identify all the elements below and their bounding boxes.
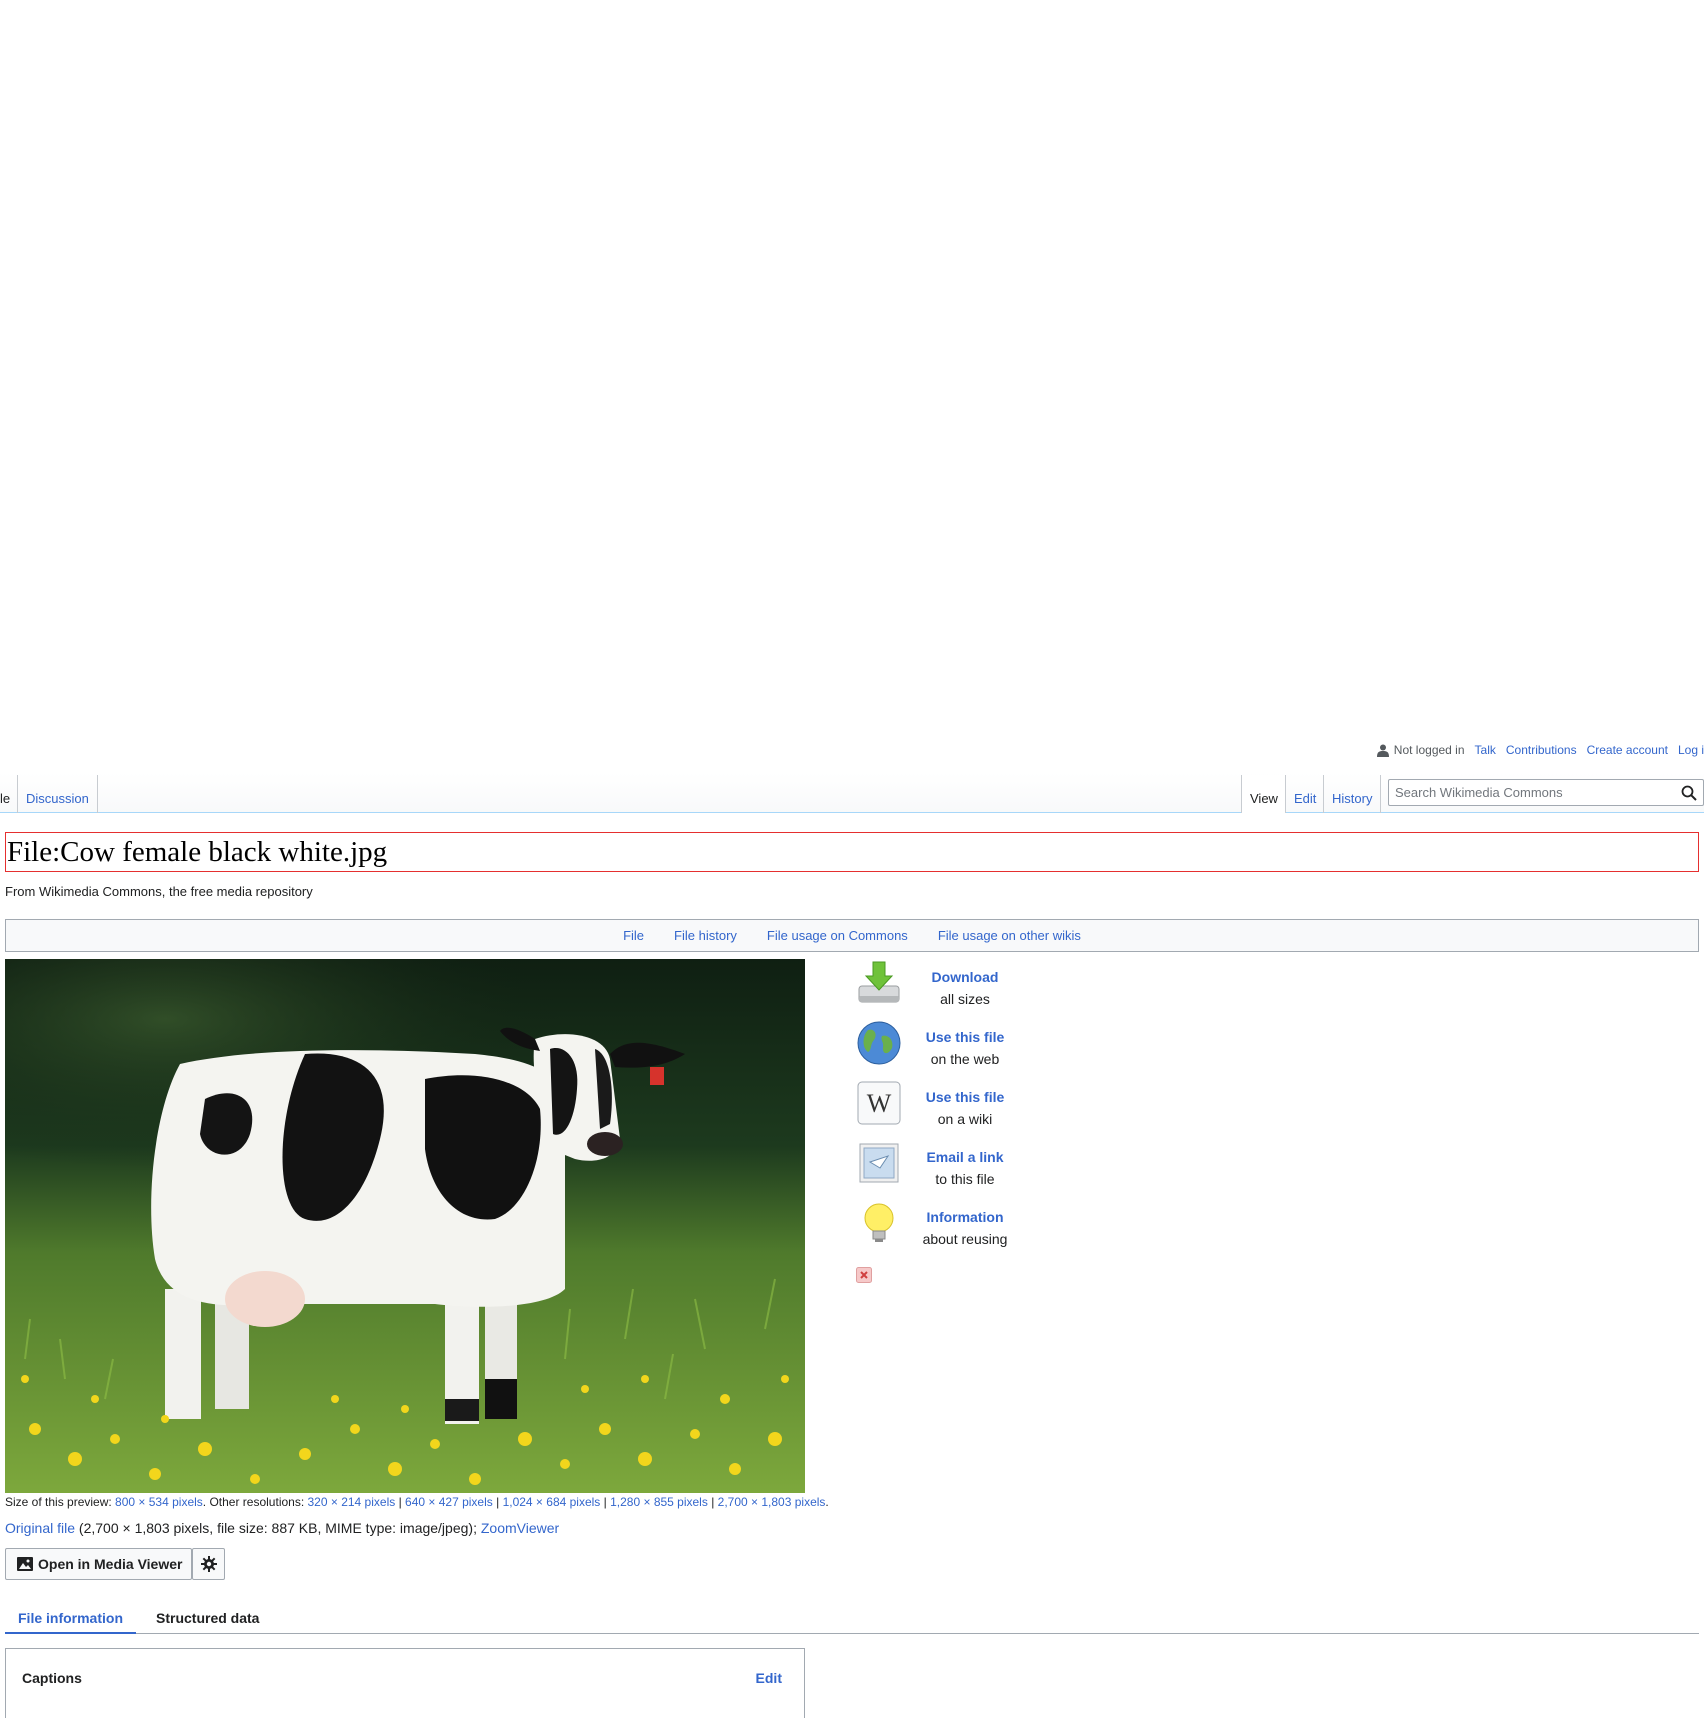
other-resolutions-label: . Other resolutions:	[202, 1495, 308, 1509]
preview-size-label: Size of this preview:	[5, 1495, 116, 1509]
tab-bar: le Discussion View Edit History	[0, 773, 1704, 813]
not-logged-in-text: Not logged in	[1393, 743, 1465, 757]
res-1280-link[interactable]: 1,280 × 855 pixels	[610, 1495, 708, 1509]
download-icon	[858, 961, 900, 1003]
action-download[interactable]: Download all sizes	[855, 960, 1045, 1020]
tab-bar-baseline	[0, 812, 1704, 813]
original-file-info: Original file (2,700 × 1,803 pixels, fil…	[5, 1520, 559, 1536]
open-media-viewer-label: Open in Media Viewer	[38, 1556, 183, 1572]
filetoc-file-usage-commons[interactable]: File usage on Commons	[767, 928, 908, 943]
file-sections-nav: File File history File usage on Commons …	[5, 919, 1699, 952]
action-information[interactable]: Information about reusing	[855, 1200, 1045, 1260]
res-1024-link[interactable]: 1,024 × 684 pixels	[503, 1495, 601, 1509]
tab-view[interactable]: View	[1241, 775, 1286, 813]
contributions-link[interactable]: Contributions	[1506, 743, 1577, 757]
sep: |	[492, 1495, 503, 1509]
open-media-viewer-button[interactable]: Open in Media Viewer	[5, 1548, 192, 1580]
page-title-box: File:Cow female black white.jpg	[5, 832, 1699, 872]
tab-history[interactable]: History	[1323, 775, 1382, 813]
tab-structured-data[interactable]: Structured data	[156, 1604, 259, 1634]
captions-panel: Captions Edit	[5, 1648, 805, 1718]
res-2700-link[interactable]: 2,700 × 1,803 pixels	[718, 1495, 826, 1509]
information-title[interactable]: Information	[910, 1206, 1020, 1228]
captions-edit-link[interactable]: Edit	[756, 1670, 782, 1686]
svg-text:W: W	[867, 1089, 892, 1118]
file-preview-image[interactable]	[5, 959, 805, 1493]
zoomviewer-link[interactable]: ZoomViewer	[481, 1520, 559, 1536]
lightbulb-icon	[864, 1203, 894, 1242]
user-icon	[1376, 744, 1389, 757]
tab-file[interactable]: le	[0, 775, 18, 813]
personal-tools: Not logged in Talk Contributions Create …	[1376, 742, 1704, 758]
use-web-title[interactable]: Use this file	[910, 1026, 1020, 1048]
download-title[interactable]: Download	[910, 966, 1020, 988]
site-tagline: From Wikimedia Commons, the free media r…	[5, 884, 313, 899]
tab-edit[interactable]: Edit	[1285, 775, 1324, 813]
sep: |	[395, 1495, 406, 1509]
use-wiki-title[interactable]: Use this file	[910, 1086, 1020, 1108]
create-account-link[interactable]: Create account	[1587, 743, 1668, 757]
download-subtitle: all sizes	[940, 991, 990, 1007]
use-web-subtitle: on the web	[930, 1051, 1000, 1067]
globe-icon	[857, 1021, 901, 1065]
email-icon	[859, 1143, 899, 1183]
email-link-subtitle: to this file	[935, 1171, 995, 1187]
original-file-details: (2,700 × 1,803 pixels, file size: 887 KB…	[75, 1520, 481, 1536]
close-icon[interactable]	[856, 1267, 872, 1283]
filetoc-file-history[interactable]: File history	[674, 928, 737, 943]
action-use-web[interactable]: Use this file on the web	[855, 1020, 1045, 1080]
file-info-tabs: File information Structured data	[5, 1604, 1699, 1634]
media-viewer-settings-button[interactable]	[192, 1548, 225, 1580]
image-icon	[17, 1557, 33, 1571]
talk-link[interactable]: Talk	[1475, 743, 1496, 757]
reuse-actions: Download all sizes Use this file on the …	[855, 960, 1045, 1260]
sep: |	[600, 1495, 611, 1509]
tab-discussion[interactable]: Discussion	[17, 775, 98, 813]
captions-heading: Captions	[22, 1670, 82, 1686]
page-title: File:Cow female black white.jpg	[7, 836, 388, 868]
use-wiki-subtitle: on a wiki	[937, 1111, 993, 1127]
search-input[interactable]	[1389, 780, 1681, 805]
tab-file-information[interactable]: File information	[5, 1604, 136, 1634]
action-email-link[interactable]: Email a link to this file	[855, 1140, 1045, 1200]
res-640-link[interactable]: 640 × 427 pixels	[405, 1495, 493, 1509]
preview-resolutions: Size of this preview: 800 × 534 pixels. …	[5, 1495, 829, 1509]
res-preview-link[interactable]: 800 × 534 pixels	[115, 1495, 203, 1509]
sep: |	[707, 1495, 718, 1509]
search-box	[1388, 779, 1704, 806]
period: .	[825, 1495, 829, 1509]
original-file-link[interactable]: Original file	[5, 1520, 75, 1536]
email-link-title[interactable]: Email a link	[910, 1146, 1020, 1168]
res-320-link[interactable]: 320 × 214 pixels	[308, 1495, 396, 1509]
filetoc-file[interactable]: File	[623, 928, 644, 943]
wikipedia-icon: W	[857, 1081, 901, 1125]
search-icon[interactable]	[1681, 785, 1697, 801]
filetoc-file-usage-other-wikis[interactable]: File usage on other wikis	[938, 928, 1081, 943]
log-in-link[interactable]: Log i	[1678, 743, 1704, 757]
action-use-wiki[interactable]: W Use this file on a wiki	[855, 1080, 1045, 1140]
information-subtitle: about reusing	[922, 1231, 1008, 1247]
gear-icon	[200, 1556, 217, 1572]
